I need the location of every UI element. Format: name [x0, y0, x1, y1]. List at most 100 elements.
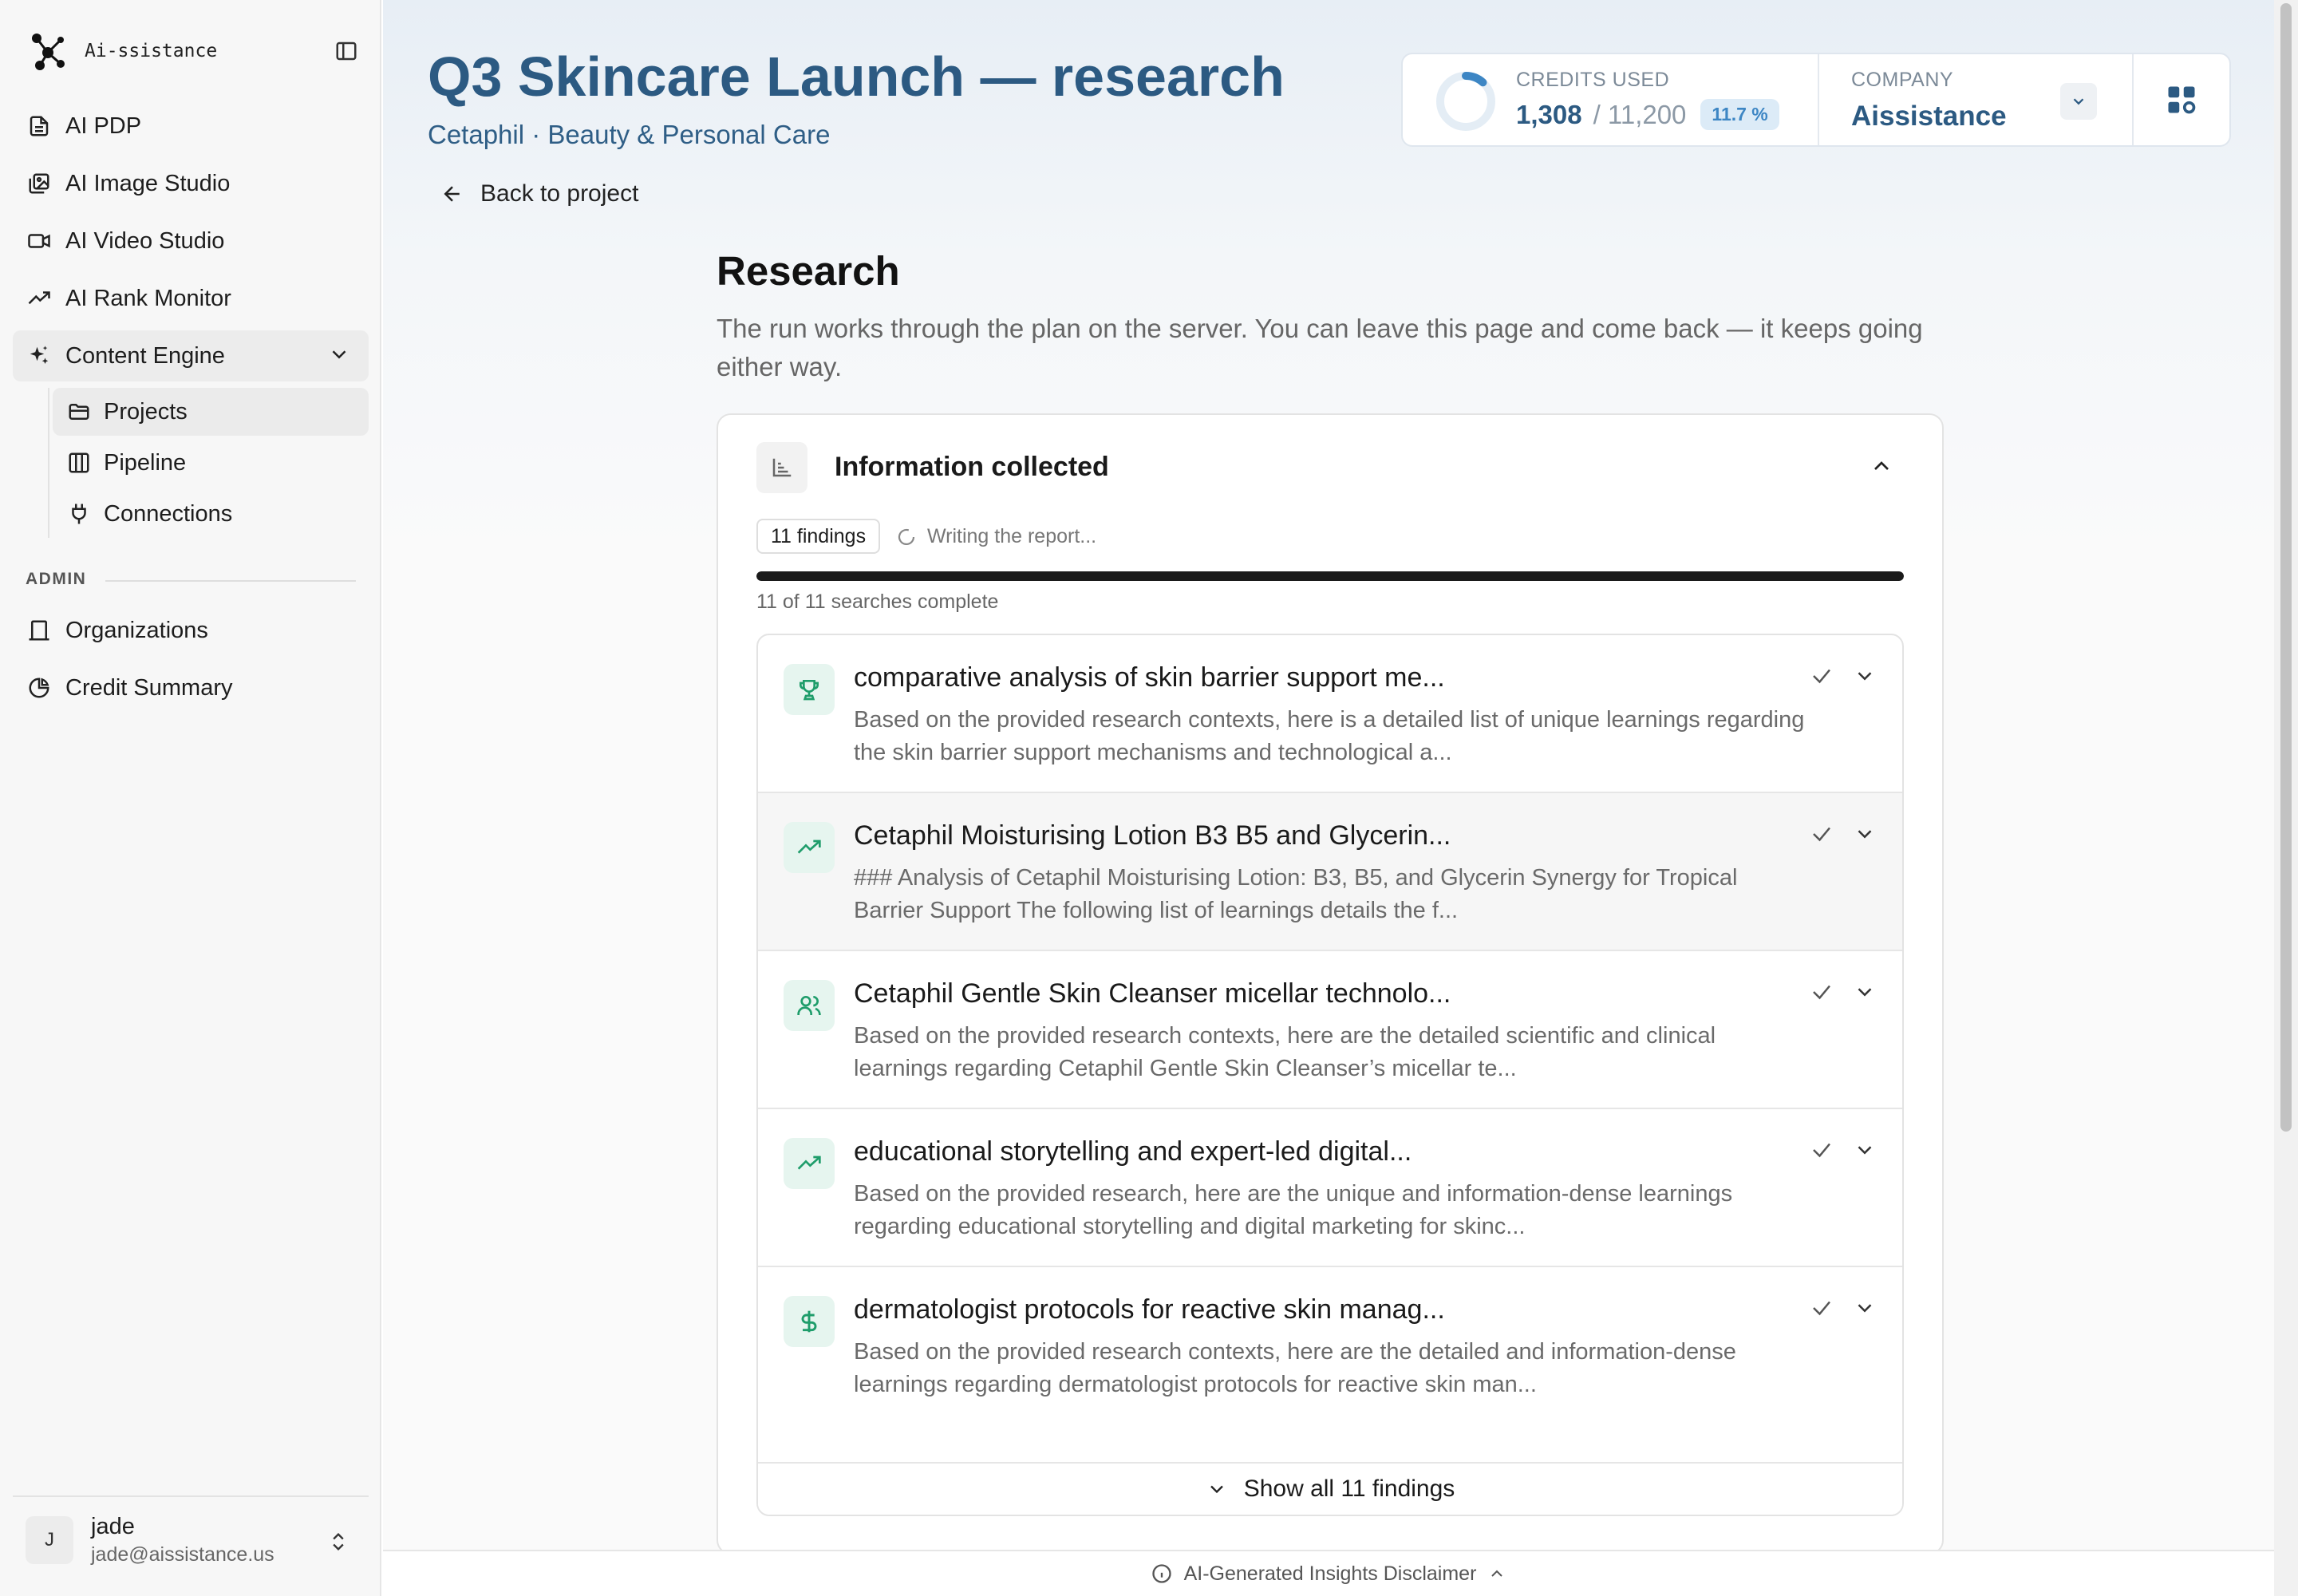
sidebar-item-label: Organizations	[65, 617, 208, 643]
trending-up-icon	[784, 822, 835, 873]
document-icon	[26, 113, 53, 140]
sidebar: Ai-ssistance AI PDP AI Image Studio AI V…	[0, 0, 381, 1596]
research-description: The run works through the plan on the se…	[717, 314, 1923, 381]
finding-summary: ### Analysis of Cetaphil Moisturising Lo…	[854, 865, 1738, 923]
chevron-up-icon	[1491, 1570, 1503, 1577]
sidebar-item-organizations[interactable]: Organizations	[13, 605, 369, 656]
credits-used-section[interactable]: CREDITS USED 1,308 / 11,200 11.7 %	[1403, 54, 1819, 145]
image-gallery-icon	[26, 170, 53, 197]
sidebar-item-ai-pdp[interactable]: AI PDP	[13, 101, 369, 152]
back-link-label: Back to project	[480, 180, 639, 207]
sidebar-item-credit-summary[interactable]: Credit Summary	[13, 662, 369, 713]
sidebar-item-label: AI Video Studio	[65, 227, 225, 254]
sidebar-item-ai-video-studio[interactable]: AI Video Studio	[13, 215, 369, 267]
check-icon	[1810, 1138, 1834, 1162]
sidebar-item-label: Content Engine	[65, 342, 225, 369]
finding-summary: Based on the provided research, here are…	[854, 1181, 1733, 1239]
findings-list: comparative analysis of skin barrier sup…	[756, 634, 1904, 1516]
information-collected-panel: Information collected 11 findings Writin…	[717, 413, 1944, 1555]
ai-disclaimer-bar[interactable]: AI-Generated Insights Disclaimer	[383, 1550, 2274, 1596]
sidebar-item-ai-rank-monitor[interactable]: AI Rank Monitor	[13, 273, 369, 324]
admin-section-label: ADMIN	[26, 570, 87, 588]
page-title: Q3 Skincare Launch — research	[428, 45, 1285, 108]
finding-title: Cetaphil Gentle Skin Cleanser micellar t…	[854, 978, 1451, 1009]
chevron-down-icon[interactable]	[1853, 664, 1877, 688]
finding-item[interactable]: educational storytelling and expert-led …	[758, 1109, 1902, 1267]
panel-title: Information collected	[835, 452, 1109, 482]
sidebar-item-label: Projects	[104, 398, 188, 425]
sidebar-item-projects[interactable]: Projects	[53, 388, 369, 436]
users-icon	[784, 980, 835, 1031]
sidebar-item-content-engine[interactable]: Content Engine	[13, 330, 369, 381]
show-all-findings-button[interactable]: Show all 11 findings	[758, 1462, 1902, 1515]
finding-item[interactable]: Cetaphil Moisturising Lotion B3 B5 and G…	[758, 793, 1902, 951]
logo-icon	[29, 30, 69, 72]
admin-nav: Organizations Credit Summary	[13, 605, 369, 720]
finding-item[interactable]: Cetaphil Gentle Skin Cleanser micellar t…	[758, 951, 1902, 1109]
sidebar-item-connections[interactable]: Connections	[53, 490, 369, 538]
sidebar-item-label: Credit Summary	[65, 674, 233, 701]
brand[interactable]: Ai-ssistance	[29, 29, 217, 73]
subnav-divider	[48, 388, 49, 538]
disclaimer-label: AI-Generated Insights Disclaimer	[1183, 1562, 1477, 1585]
trophy-icon	[784, 664, 835, 715]
chevrons-up-down-icon	[327, 1531, 349, 1553]
credits-card: CREDITS USED 1,308 / 11,200 11.7 % COMPA…	[1401, 53, 2231, 147]
sidebar-item-ai-image-studio[interactable]: AI Image Studio	[13, 158, 369, 209]
finding-summary: Based on the provided research contexts,…	[854, 1023, 1716, 1081]
plug-icon	[65, 500, 93, 527]
avatar: J	[26, 1516, 73, 1564]
apps-menu-button[interactable]	[2134, 54, 2229, 145]
show-all-label: Show all 11 findings	[1243, 1476, 1455, 1502]
sidebar-toggle-button[interactable]	[330, 35, 362, 67]
credits-donut-chart	[1435, 70, 1497, 132]
finding-title: educational storytelling and expert-led …	[854, 1136, 1412, 1167]
dollar-icon	[784, 1296, 835, 1347]
user-name: jade	[91, 1514, 135, 1539]
chevron-down-icon[interactable]	[1853, 980, 1877, 1004]
check-icon	[1810, 1296, 1834, 1320]
finding-title: comparative analysis of skin barrier sup…	[854, 662, 1445, 693]
brand-name: Ai-ssistance	[85, 41, 218, 61]
sidebar-item-label: AI Rank Monitor	[65, 285, 231, 311]
loading-spinner-icon	[898, 528, 915, 545]
sidebar-item-label: AI PDP	[65, 113, 142, 139]
check-icon	[1810, 664, 1834, 688]
check-icon	[1810, 822, 1834, 846]
chevron-down-icon[interactable]	[1853, 1138, 1877, 1162]
pie-chart-icon	[26, 674, 53, 701]
columns-icon	[65, 449, 93, 476]
back-to-project-link[interactable]: Back to project	[440, 180, 638, 207]
finding-item[interactable]: comparative analysis of skin barrier sup…	[758, 635, 1902, 793]
chevron-down-icon	[1210, 1485, 1223, 1494]
main-content: Q3 Skincare Launch — research Cetaphil ·…	[383, 0, 2274, 1555]
finding-title: dermatologist protocols for reactive ski…	[854, 1294, 1445, 1325]
check-icon	[1810, 980, 1834, 1004]
company-selector[interactable]: COMPANY Aissistance	[1819, 54, 2134, 145]
content-engine-subnav: Projects Pipeline Connections	[48, 388, 369, 538]
sidebar-item-label: Connections	[104, 500, 233, 527]
video-icon	[26, 227, 53, 255]
credits-value-row: 1,308 / 11,200 11.7 %	[1516, 99, 1779, 130]
trending-up-icon	[26, 285, 53, 312]
company-name: Aissistance	[1851, 101, 2007, 132]
finding-title: Cetaphil Moisturising Lotion B3 B5 and G…	[854, 820, 1451, 851]
chevron-down-icon[interactable]	[1853, 1296, 1877, 1320]
panel-collapse-button[interactable]	[1869, 453, 1894, 479]
search-progress-fill	[756, 571, 1904, 581]
chevron-up-icon	[1874, 461, 1889, 470]
chevron-down-icon[interactable]	[1853, 822, 1877, 846]
finding-item[interactable]: dermatologist protocols for reactive ski…	[758, 1267, 1902, 1425]
sidebar-item-pipeline[interactable]: Pipeline	[53, 439, 369, 487]
credits-percent-badge: 11.7 %	[1700, 99, 1779, 130]
apps-grid-icon	[2164, 82, 2199, 117]
user-menu[interactable]: J jade jade@aissistance.us	[13, 1495, 369, 1580]
search-progress-bar	[756, 571, 1904, 581]
chevron-down-icon	[327, 342, 351, 366]
chevron-down-icon	[2073, 98, 2084, 105]
company-label: COMPANY	[1851, 69, 1954, 91]
company-dropdown-button[interactable]	[2060, 83, 2097, 120]
page-scrollbar[interactable]	[2274, 0, 2298, 1596]
scrollbar-thumb[interactable]	[2280, 3, 2292, 1132]
finding-summary: Based on the provided research contexts,…	[854, 1339, 1736, 1397]
